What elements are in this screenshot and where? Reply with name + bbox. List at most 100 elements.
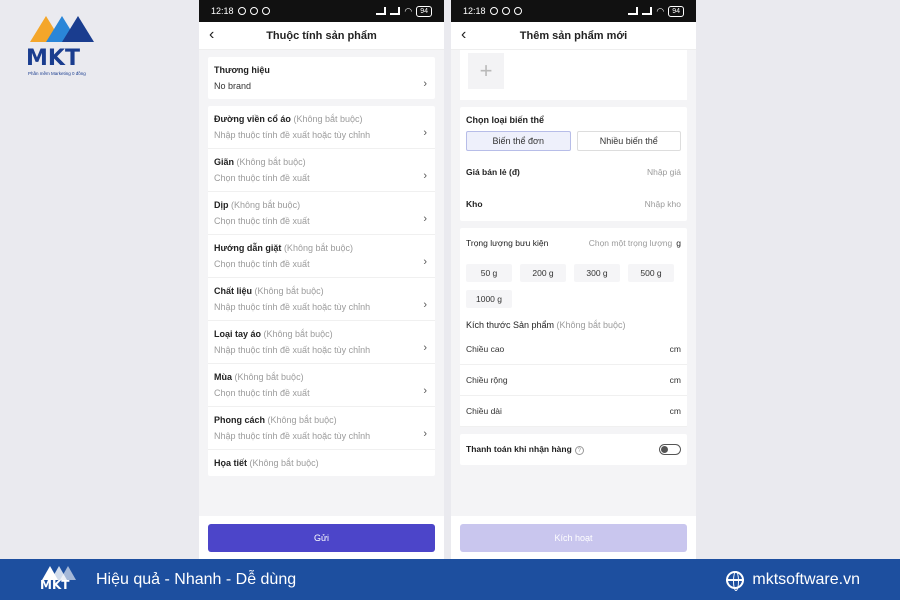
- mkt-logo-mark-icon: [30, 16, 94, 42]
- price-field[interactable]: Giá bán lẻ (đ) Nhập giá: [460, 157, 687, 189]
- phone-add-product-screen: 12:18 ◠ 94 ‹ Thêm sản phẩm mới + Chọn lo…: [451, 0, 696, 560]
- attribute-hint: Nhập thuộc tính đề xuất hoặc tùy chỉnh: [214, 431, 371, 441]
- alarm-icon: [489, 7, 498, 15]
- attribute-row-style[interactable]: Phong cách (Không bắt buộc) Nhập thuộc t…: [208, 407, 435, 450]
- optional-tag: (Không bắt buộc): [254, 286, 324, 296]
- weight-chip[interactable]: 1000 g: [466, 290, 512, 308]
- weight-chip[interactable]: 50 g: [466, 264, 512, 282]
- optional-tag: (Không bắt buộc): [234, 372, 304, 382]
- signal-icon-2: [642, 7, 653, 15]
- logo-wordmark: MKT: [26, 46, 80, 71]
- weight-input[interactable]: Chọn một trọng lượng: [589, 238, 673, 248]
- attribute-label: Dịp: [214, 200, 229, 210]
- attribute-row-pattern[interactable]: Họa tiết (Không bắt buộc): [208, 450, 435, 476]
- price-label: Giá bán lẻ (đ): [466, 167, 520, 177]
- attribute-hint: Chọn thuộc tính đề xuất: [214, 173, 310, 183]
- attribute-row-season[interactable]: Mùa (Không bắt buộc) Chọn thuộc tính đề …: [208, 364, 435, 407]
- chevron-right-icon: ›: [423, 213, 427, 225]
- attribute-row-washing[interactable]: Hướng dẫn giặt (Không bắt buộc) Chọn thu…: [208, 235, 435, 278]
- weight-chip[interactable]: 500 g: [628, 264, 674, 282]
- submit-button[interactable]: Gửi: [208, 524, 435, 552]
- brand-value: No brand: [214, 81, 252, 91]
- chevron-right-icon: ›: [423, 299, 427, 311]
- cod-row: Thanh toán khi nhận hàng?: [460, 434, 687, 465]
- alarm-icon: [237, 7, 246, 15]
- width-field[interactable]: Chiều rộng cm: [460, 365, 687, 396]
- shipping-card: Trọng lượng bưu kiện Chọn một trọng lượn…: [460, 228, 687, 427]
- signal-icon: [376, 7, 387, 15]
- chevron-right-icon: ›: [423, 256, 427, 268]
- height-field[interactable]: Chiều cao cm: [460, 334, 687, 365]
- cod-toggle[interactable]: [659, 444, 681, 455]
- wifi-icon: ◠: [656, 5, 665, 16]
- battery-icon: 94: [416, 5, 432, 17]
- chevron-right-icon: ›: [423, 78, 427, 90]
- chevron-right-icon: ›: [423, 170, 427, 182]
- variant-section-title: Chọn loại biến thể: [466, 115, 544, 125]
- weight-chip[interactable]: 300 g: [574, 264, 620, 282]
- weight-chip[interactable]: 200 g: [520, 264, 566, 282]
- status-time: 12:18: [211, 6, 234, 16]
- weight-label: Trọng lượng bưu kiện: [466, 238, 549, 248]
- attribute-label: Chất liệu: [214, 286, 253, 296]
- optional-tag: (Không bắt buộc): [249, 458, 319, 468]
- back-arrow-icon[interactable]: ‹: [461, 27, 466, 43]
- bottom-action-bar: Kích hoạt: [451, 516, 696, 560]
- weight-field[interactable]: Trọng lượng bưu kiện Chọn một trọng lượn…: [460, 228, 687, 260]
- status-time: 12:18: [463, 6, 486, 16]
- multi-variant-option[interactable]: Nhiều biến thể: [576, 131, 681, 151]
- brand-card: Thương hiệu No brand ›: [208, 57, 435, 99]
- attribute-label: Hướng dẫn giặt: [214, 243, 282, 253]
- optional-tag: (Không bắt buộc): [236, 157, 306, 167]
- chevron-right-icon: ›: [423, 127, 427, 139]
- attribute-label: Phong cách: [214, 415, 266, 425]
- mkt-logo: MKT Phần mềm Marketing 0 đồng: [22, 12, 102, 82]
- attribute-label: Loại tay áo: [214, 329, 262, 339]
- size-label: Kích thước Sản phẩm: [466, 320, 554, 330]
- attribute-row-collar[interactable]: Đường viền cổ áo (Không bắt buộc) Nhập t…: [208, 106, 435, 149]
- attribute-hint: Nhập thuộc tính đề xuất hoặc tùy chỉnh: [214, 130, 371, 140]
- attribute-row-stretch[interactable]: Giãn (Không bắt buộc) Chọn thuộc tính đề…: [208, 149, 435, 192]
- attribute-row-occasion[interactable]: Dịp (Không bắt buộc) Chọn thuộc tính đề …: [208, 192, 435, 235]
- status-bar: 12:18 ◠ 94: [451, 0, 696, 22]
- length-field[interactable]: Chiều dài cm: [460, 396, 687, 427]
- messenger-icon: [513, 7, 522, 15]
- optional-tag: (Không bắt buộc): [267, 415, 337, 425]
- attribute-hint: Chọn thuộc tính đề xuất: [214, 216, 310, 226]
- nav-bar: ‹ Thêm sản phẩm mới: [451, 22, 696, 50]
- cod-label: Thanh toán khi nhận hàng: [466, 444, 572, 454]
- width-unit: cm: [669, 375, 681, 385]
- status-bar: 12:18 ◠ 94: [199, 0, 444, 22]
- stock-label: Kho: [466, 199, 483, 209]
- wifi-icon: ◠: [404, 5, 413, 16]
- messenger-icon: [261, 7, 270, 15]
- variant-toggle: Biến thể đơn Nhiều biến thể: [460, 129, 687, 157]
- help-icon[interactable]: ?: [574, 446, 584, 455]
- clock-icon: [249, 7, 258, 15]
- plus-icon: +: [479, 58, 493, 83]
- stock-input[interactable]: Nhập kho: [645, 199, 681, 209]
- single-variant-option[interactable]: Biến thể đơn: [466, 131, 571, 151]
- attribute-row-material[interactable]: Chất liệu (Không bắt buộc) Nhập thuộc tí…: [208, 278, 435, 321]
- back-arrow-icon[interactable]: ‹: [209, 27, 214, 43]
- price-input[interactable]: Nhập giá: [647, 167, 681, 177]
- activate-button[interactable]: Kích hoạt: [460, 524, 687, 552]
- phone-attributes-screen: 12:18 ◠ 94 ‹ Thuộc tính sản phẩm Thương …: [199, 0, 444, 560]
- length-unit: cm: [669, 406, 681, 416]
- brand-row[interactable]: Thương hiệu No brand ›: [208, 57, 435, 99]
- optional-tag: (Không bắt buộc): [231, 200, 301, 210]
- chevron-right-icon: ›: [423, 385, 427, 397]
- website-text: mktsoftware.vn: [752, 570, 860, 588]
- height-label: Chiều cao: [466, 344, 505, 354]
- optional-tag: (Không bắt buộc): [293, 114, 363, 124]
- optional-tag: (Không bắt buộc): [263, 329, 333, 339]
- chevron-right-icon: ›: [423, 342, 427, 354]
- add-image-button[interactable]: +: [468, 53, 504, 89]
- bottom-action-bar: Gửi: [199, 516, 444, 560]
- brand-label: Thương hiệu: [214, 65, 270, 75]
- website-link[interactable]: mktsoftware.vn: [726, 559, 860, 600]
- stock-field[interactable]: Kho Nhập kho: [460, 189, 687, 221]
- slogan: Hiệu quả - Nhanh - Dễ dùng: [96, 570, 297, 588]
- attribute-row-sleeve[interactable]: Loại tay áo (Không bắt buộc) Nhập thuộc …: [208, 321, 435, 364]
- size-section-title: Kích thước Sản phẩm (Không bắt buộc): [460, 312, 687, 334]
